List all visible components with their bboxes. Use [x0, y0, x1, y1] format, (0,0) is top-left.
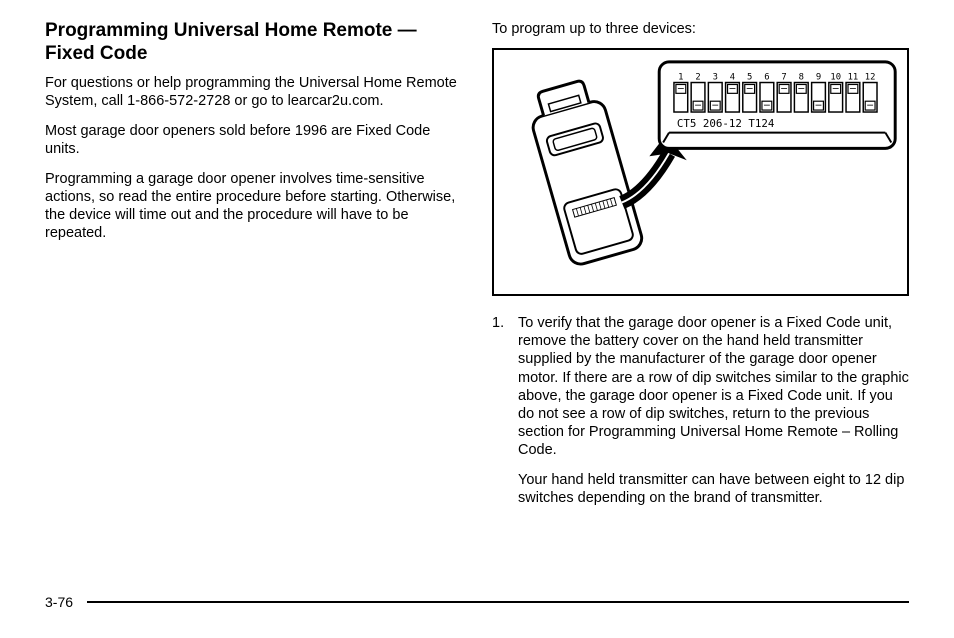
paragraph: Programming a garage door opener involve…	[45, 170, 462, 243]
section-heading: Programming Universal Home Remote — Fixe…	[45, 20, 462, 66]
paragraph: For questions or help programming the Un…	[45, 74, 462, 110]
svg-text:12: 12	[865, 73, 876, 83]
svg-text:8: 8	[799, 73, 804, 83]
svg-text:1: 1	[678, 73, 683, 83]
paragraph: Most garage door openers sold before 199…	[45, 122, 462, 158]
dip-label: CT5 206-12 T124	[677, 117, 775, 130]
ordered-list: 1. To verify that the garage door opener…	[492, 314, 909, 507]
list-text: To verify that the garage door opener is…	[518, 315, 909, 458]
svg-text:3: 3	[713, 73, 718, 83]
svg-text:2: 2	[695, 73, 700, 83]
lead-text: To program up to three devices:	[492, 20, 909, 38]
left-column: Programming Universal Home Remote — Fixe…	[45, 20, 462, 519]
svg-text:6: 6	[764, 73, 769, 83]
svg-text:5: 5	[747, 73, 752, 83]
right-column: To program up to three devices:	[492, 20, 909, 519]
footer-rule	[87, 601, 909, 603]
svg-text:11: 11	[848, 73, 859, 83]
dip-switch-illustration: 123456789101112 CT5 206-12 T124	[494, 50, 907, 294]
figure-box: 123456789101112 CT5 206-12 T124	[492, 48, 909, 296]
list-item: 1. To verify that the garage door opener…	[518, 314, 909, 459]
svg-text:7: 7	[781, 73, 786, 83]
svg-text:10: 10	[830, 73, 841, 83]
page-footer: 3-76	[45, 594, 909, 610]
list-subtext: Your hand held transmitter can have betw…	[518, 471, 909, 507]
page-number: 3-76	[45, 594, 73, 610]
list-marker: 1.	[492, 314, 504, 332]
svg-text:9: 9	[816, 73, 821, 83]
svg-text:4: 4	[730, 73, 735, 83]
